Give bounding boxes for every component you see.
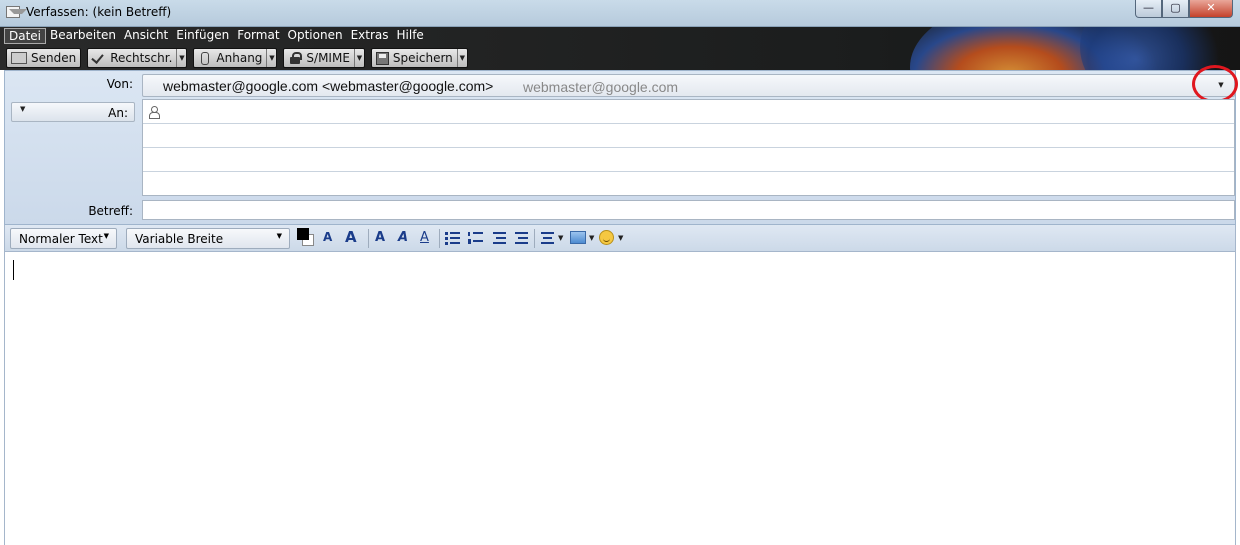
maximize-button[interactable]: ▢ (1162, 0, 1189, 18)
recipient-row[interactable] (143, 124, 1234, 148)
smime-dropdown[interactable]: ▼ (353, 49, 364, 67)
chevron-down-icon: ▼ (20, 105, 26, 113)
send-icon (11, 52, 27, 64)
smiley-icon[interactable] (599, 230, 614, 245)
recipient-row[interactable] (143, 100, 1234, 124)
menu-datei[interactable]: Datei (4, 28, 47, 44)
larger-font-icon[interactable]: A (345, 228, 357, 246)
window-controls: — ▢ ✕ (1135, 0, 1233, 18)
highlight-circle-annotation (1192, 65, 1238, 103)
menu-bar: Datei Bearbeiten Ansicht Einfügen Format… (4, 28, 428, 44)
lock-icon (288, 51, 303, 65)
recipient-type-label: An: (108, 106, 128, 120)
toolbar-separator (439, 229, 440, 248)
insert-dropdown-icon[interactable]: ▼ (589, 234, 594, 242)
window-title: Verfassen: (kein Betreff) (26, 5, 172, 19)
smime-button[interactable]: S/MIME ▼ (283, 48, 365, 68)
subject-input[interactable] (142, 200, 1235, 220)
text-color-swatch[interactable] (297, 228, 309, 240)
toolbar-separator (534, 229, 535, 248)
save-label: Speichern (392, 51, 453, 65)
save-dropdown[interactable]: ▼ (456, 49, 467, 67)
indent-icon[interactable] (513, 231, 529, 245)
from-label: Von: (106, 77, 133, 91)
save-button[interactable]: Speichern ▼ (370, 48, 468, 68)
toolbar-separator (368, 229, 369, 248)
toolbox: Datei Bearbeiten Ansicht Einfügen Format… (0, 27, 1240, 70)
underline-icon[interactable]: A (420, 230, 429, 245)
from-identity-select[interactable]: webmaster@google.com <webmaster@google.c… (142, 65, 1238, 103)
subject-label: Betreff: (88, 204, 133, 218)
smiley-dropdown-icon[interactable]: ▼ (618, 234, 623, 242)
smaller-font-icon[interactable]: A (323, 230, 332, 244)
spellcheck-dropdown[interactable]: ▼ (176, 49, 186, 67)
from-identity-hint: webmaster@google.com (523, 79, 679, 95)
attach-label: Anhang (216, 51, 263, 65)
send-label: Senden (31, 51, 77, 65)
floppy-disk-icon (375, 51, 389, 65)
attach-button[interactable]: Anhang ▼ (193, 48, 278, 68)
menu-format[interactable]: Format (233, 28, 283, 44)
recipient-row[interactable] (143, 148, 1234, 172)
message-body-editor[interactable] (4, 252, 1236, 545)
insert-image-icon[interactable] (570, 231, 586, 244)
italic-icon[interactable]: A (398, 230, 408, 245)
theme-artwork-accent (1080, 27, 1220, 70)
smime-label: S/MIME (306, 51, 350, 65)
recipient-type-select[interactable]: ▼ An: (11, 102, 135, 122)
recipient-list[interactable] (142, 99, 1235, 196)
attach-dropdown[interactable]: ▼ (266, 49, 276, 67)
person-icon (149, 106, 160, 119)
recipient-row[interactable] (143, 172, 1234, 196)
text-color-picker[interactable] (297, 228, 317, 248)
text-cursor (13, 260, 14, 280)
align-dropdown-icon[interactable]: ▼ (558, 234, 563, 242)
numbered-list-icon[interactable] (468, 231, 484, 245)
align-icon[interactable] (540, 231, 556, 245)
menu-ansicht[interactable]: Ansicht (120, 28, 172, 44)
format-toolbar: Normaler Text ▼ Variable Breite ▼ A A A … (4, 225, 1236, 252)
font-family-select[interactable]: Variable Breite ▼ (126, 228, 290, 249)
address-header-panel: Von: webmaster@google.com <webmaster@goo… (4, 65, 1238, 225)
menu-extras[interactable]: Extras (347, 28, 393, 44)
minimize-button[interactable]: — (1135, 0, 1162, 18)
paragraph-style-select[interactable]: Normaler Text ▼ (10, 228, 117, 249)
compose-window-icon (6, 6, 27, 18)
send-button[interactable]: Senden (6, 48, 82, 68)
chevron-down-icon: ▼ (103, 232, 109, 240)
chevron-down-icon: ▼ (276, 232, 282, 240)
bullet-list-icon[interactable] (445, 231, 461, 245)
spellcheck-button[interactable]: Rechtschr. ▼ (87, 48, 188, 68)
menu-optionen[interactable]: Optionen (284, 28, 347, 44)
menu-bearbeiten[interactable]: Bearbeiten (46, 28, 120, 44)
menu-hilfe[interactable]: Hilfe (393, 28, 428, 44)
spellcheck-label: Rechtschr. (110, 51, 173, 65)
outdent-icon[interactable] (491, 231, 507, 245)
paragraph-style-value: Normaler Text (19, 232, 103, 246)
font-family-value: Variable Breite (135, 232, 224, 246)
title-bar: Verfassen: (kein Betreff) — ▢ ✕ (0, 0, 1240, 27)
from-identity-value: webmaster@google.com <webmaster@google.c… (163, 78, 494, 94)
checkmark-icon (92, 51, 106, 65)
paperclip-icon (198, 51, 212, 65)
menu-einfuegen[interactable]: Einfügen (172, 28, 233, 44)
compose-toolbar: Senden Rechtschr. ▼ Anhang ▼ S/MIME ▼ Sp… (6, 48, 468, 68)
close-button[interactable]: ✕ (1189, 0, 1233, 18)
bold-icon[interactable]: A (375, 230, 385, 245)
